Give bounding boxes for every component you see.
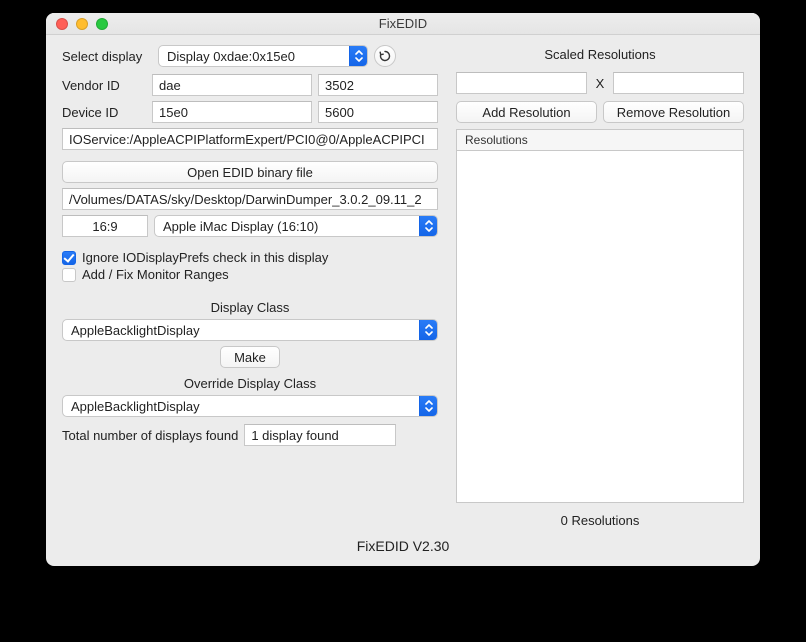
add-fix-ranges-checkbox[interactable]: Add / Fix Monitor Ranges — [62, 267, 438, 282]
ignore-prefs-checkbox[interactable]: Ignore IODisplayPrefs check in this disp… — [62, 250, 438, 265]
open-edid-button-label: Open EDID binary file — [187, 165, 313, 180]
resolutions-table-header: Resolutions — [457, 130, 743, 151]
vendor-id-label: Vendor ID — [62, 78, 146, 93]
left-column: Select display Display 0xdae:0x15e0 — [62, 45, 438, 528]
chevron-updown-icon — [419, 396, 437, 416]
total-displays-label: Total number of displays found — [62, 428, 238, 443]
version-footer: FixEDID V2.30 — [62, 528, 744, 558]
override-display-class-value: AppleBacklightDisplay — [63, 399, 419, 414]
ioservice-path-field[interactable] — [62, 128, 438, 150]
edid-file-path-field[interactable] — [62, 188, 438, 210]
remove-resolution-label: Remove Resolution — [617, 105, 730, 120]
app-window: FixEDID Select display Display 0xdae:0x1… — [46, 13, 760, 566]
zoom-icon[interactable] — [96, 18, 108, 30]
resolutions-table[interactable]: Resolutions — [456, 129, 744, 503]
add-fix-ranges-label: Add / Fix Monitor Ranges — [82, 267, 229, 282]
resolution-width-field[interactable] — [456, 72, 587, 94]
window-title: FixEDID — [46, 16, 760, 31]
content-area: Select display Display 0xdae:0x15e0 — [46, 35, 760, 566]
display-class-select[interactable]: AppleBacklightDisplay — [62, 319, 438, 341]
open-edid-button[interactable]: Open EDID binary file — [62, 161, 438, 183]
display-class-value: AppleBacklightDisplay — [63, 323, 419, 338]
refresh-button[interactable] — [374, 45, 396, 67]
make-button[interactable]: Make — [220, 346, 280, 368]
aspect-ratio-field[interactable] — [62, 215, 148, 237]
titlebar[interactable]: FixEDID — [46, 13, 760, 35]
resolution-height-field[interactable] — [613, 72, 744, 94]
vendor-id-hex-field[interactable] — [152, 74, 312, 96]
vendor-id-dec-field[interactable] — [318, 74, 438, 96]
make-button-label: Make — [234, 350, 266, 365]
add-resolution-label: Add Resolution — [482, 105, 570, 120]
chevron-updown-icon — [419, 320, 437, 340]
close-icon[interactable] — [56, 18, 68, 30]
select-display-label: Select display — [62, 49, 152, 64]
right-column: Scaled Resolutions X Add Resolution Remo… — [456, 45, 744, 528]
override-display-class-label: Override Display Class — [62, 376, 438, 391]
display-profile-select[interactable]: Apple iMac Display (16:10) — [154, 215, 438, 237]
display-profile-value: Apple iMac Display (16:10) — [155, 219, 419, 234]
scaled-resolutions-title: Scaled Resolutions — [456, 47, 744, 62]
override-display-class-select[interactable]: AppleBacklightDisplay — [62, 395, 438, 417]
display-select-value: Display 0xdae:0x15e0 — [159, 49, 349, 64]
window-controls — [46, 18, 108, 30]
resolutions-count-label: 0 Resolutions — [456, 513, 744, 528]
refresh-icon — [379, 50, 391, 62]
total-displays-field[interactable] — [244, 424, 396, 446]
display-select[interactable]: Display 0xdae:0x15e0 — [158, 45, 368, 67]
device-id-dec-field[interactable] — [318, 101, 438, 123]
resolution-separator: X — [593, 76, 607, 91]
ignore-prefs-checkbox-input[interactable] — [62, 251, 76, 265]
display-class-label: Display Class — [62, 300, 438, 315]
add-resolution-button[interactable]: Add Resolution — [456, 101, 597, 123]
add-fix-ranges-checkbox-input[interactable] — [62, 268, 76, 282]
chevron-updown-icon — [419, 216, 437, 236]
minimize-icon[interactable] — [76, 18, 88, 30]
ignore-prefs-label: Ignore IODisplayPrefs check in this disp… — [82, 250, 328, 265]
device-id-label: Device ID — [62, 105, 146, 120]
resolutions-table-body — [457, 151, 743, 502]
remove-resolution-button[interactable]: Remove Resolution — [603, 101, 744, 123]
device-id-hex-field[interactable] — [152, 101, 312, 123]
chevron-updown-icon — [349, 46, 367, 66]
